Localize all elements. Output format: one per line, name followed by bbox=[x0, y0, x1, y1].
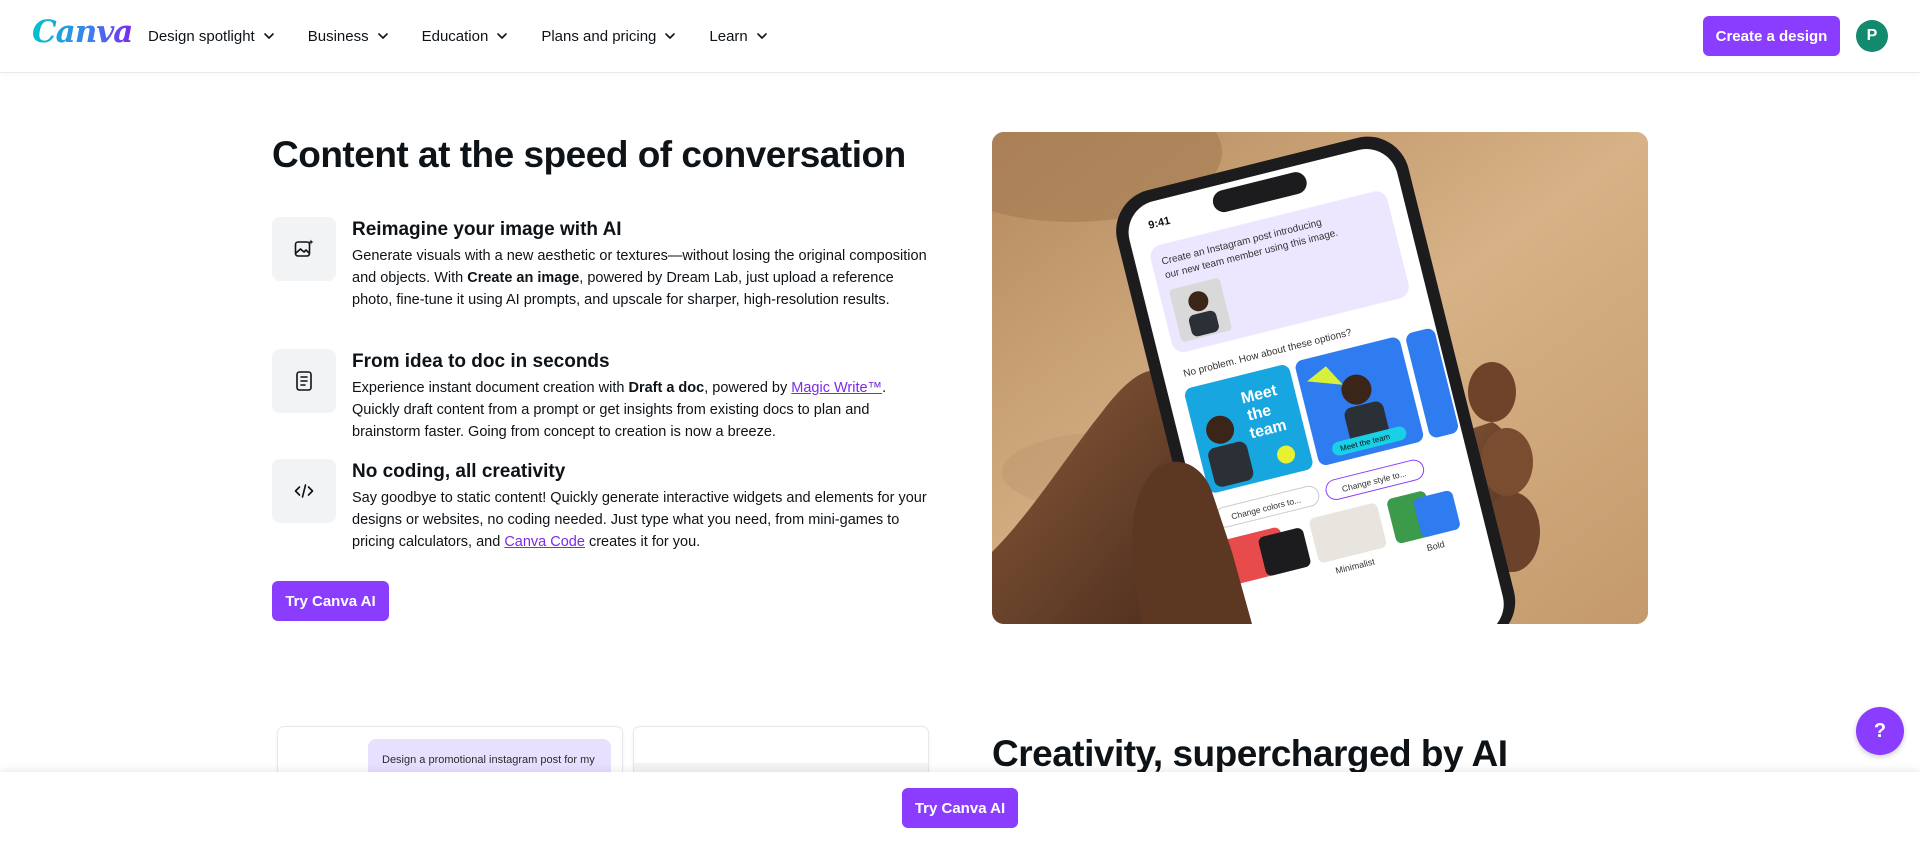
feature-description: Say goodbye to static content! Quickly g… bbox=[352, 490, 927, 550]
create-a-design-button[interactable]: Create a design bbox=[1703, 16, 1840, 56]
feature-icon-box bbox=[272, 459, 336, 523]
phone-in-hand-illustration: 9:41 Create an Instagram post introducin… bbox=[992, 132, 1648, 624]
feature-no-coding: No coding, all creativity Say goodbye to… bbox=[272, 459, 932, 559]
nav-design-spotlight[interactable]: Design spotlight bbox=[148, 28, 275, 45]
nav-label: Business bbox=[307, 27, 369, 45]
try-canva-ai-button[interactable]: Try Canva AI bbox=[272, 581, 389, 621]
document-icon bbox=[296, 371, 312, 391]
feature-icon-box bbox=[272, 349, 336, 413]
feature-heading: Reimagine your image with AI bbox=[352, 219, 622, 240]
sticky-cta-bar: Try Canva AI bbox=[0, 772, 1920, 845]
top-nav-bar: Canva Design spotlight Business Educatio… bbox=[0, 0, 1920, 72]
section-title: Creativity, supercharged by AI bbox=[992, 733, 1508, 774]
nav-label: Design spotlight bbox=[148, 27, 255, 45]
nav-learn[interactable]: Learn bbox=[709, 28, 767, 45]
nav-business[interactable]: Business bbox=[308, 28, 389, 45]
feature-description: Experience instant document creation wit… bbox=[352, 380, 887, 440]
help-button[interactable]: ? bbox=[1856, 707, 1904, 755]
feature-idea-to-doc: From idea to doc in seconds Experience i… bbox=[272, 349, 932, 449]
nav-label: Plans and pricing bbox=[541, 27, 657, 45]
code-icon bbox=[294, 484, 314, 498]
magic-write-link[interactable]: Magic Write™ bbox=[791, 380, 882, 396]
chevron-down-icon bbox=[497, 33, 508, 39]
feature-heading: No coding, all creativity bbox=[352, 461, 566, 482]
chevron-down-icon bbox=[756, 33, 767, 39]
canva-code-link[interactable]: Canva Code bbox=[504, 534, 585, 550]
nav-education[interactable]: Education bbox=[422, 28, 509, 45]
feature-description: Generate visuals with a new aesthetic or… bbox=[352, 248, 927, 308]
hero-image: 9:41 Create an Instagram post introducin… bbox=[992, 132, 1648, 624]
chevron-down-icon bbox=[263, 33, 274, 39]
section-title: Content at the speed of conversation bbox=[272, 134, 906, 175]
nav-plans-and-pricing[interactable]: Plans and pricing bbox=[541, 28, 676, 45]
chevron-down-icon bbox=[377, 33, 388, 39]
user-avatar[interactable]: P bbox=[1856, 20, 1888, 52]
feature-reimagine-image: Reimagine your image with AI Generate vi… bbox=[272, 217, 932, 337]
try-canva-ai-button[interactable]: Try Canva AI bbox=[902, 788, 1018, 828]
nav-label: Education bbox=[421, 27, 489, 45]
feature-heading: From idea to doc in seconds bbox=[352, 351, 610, 372]
image-sparkle-icon bbox=[294, 239, 314, 257]
feature-icon-box bbox=[272, 217, 336, 281]
canva-logo[interactable]: Canva bbox=[32, 14, 133, 50]
main-nav: Design spotlight Business Education Plan… bbox=[148, 0, 801, 72]
nav-label: Learn bbox=[709, 27, 748, 45]
chevron-down-icon bbox=[665, 33, 676, 39]
